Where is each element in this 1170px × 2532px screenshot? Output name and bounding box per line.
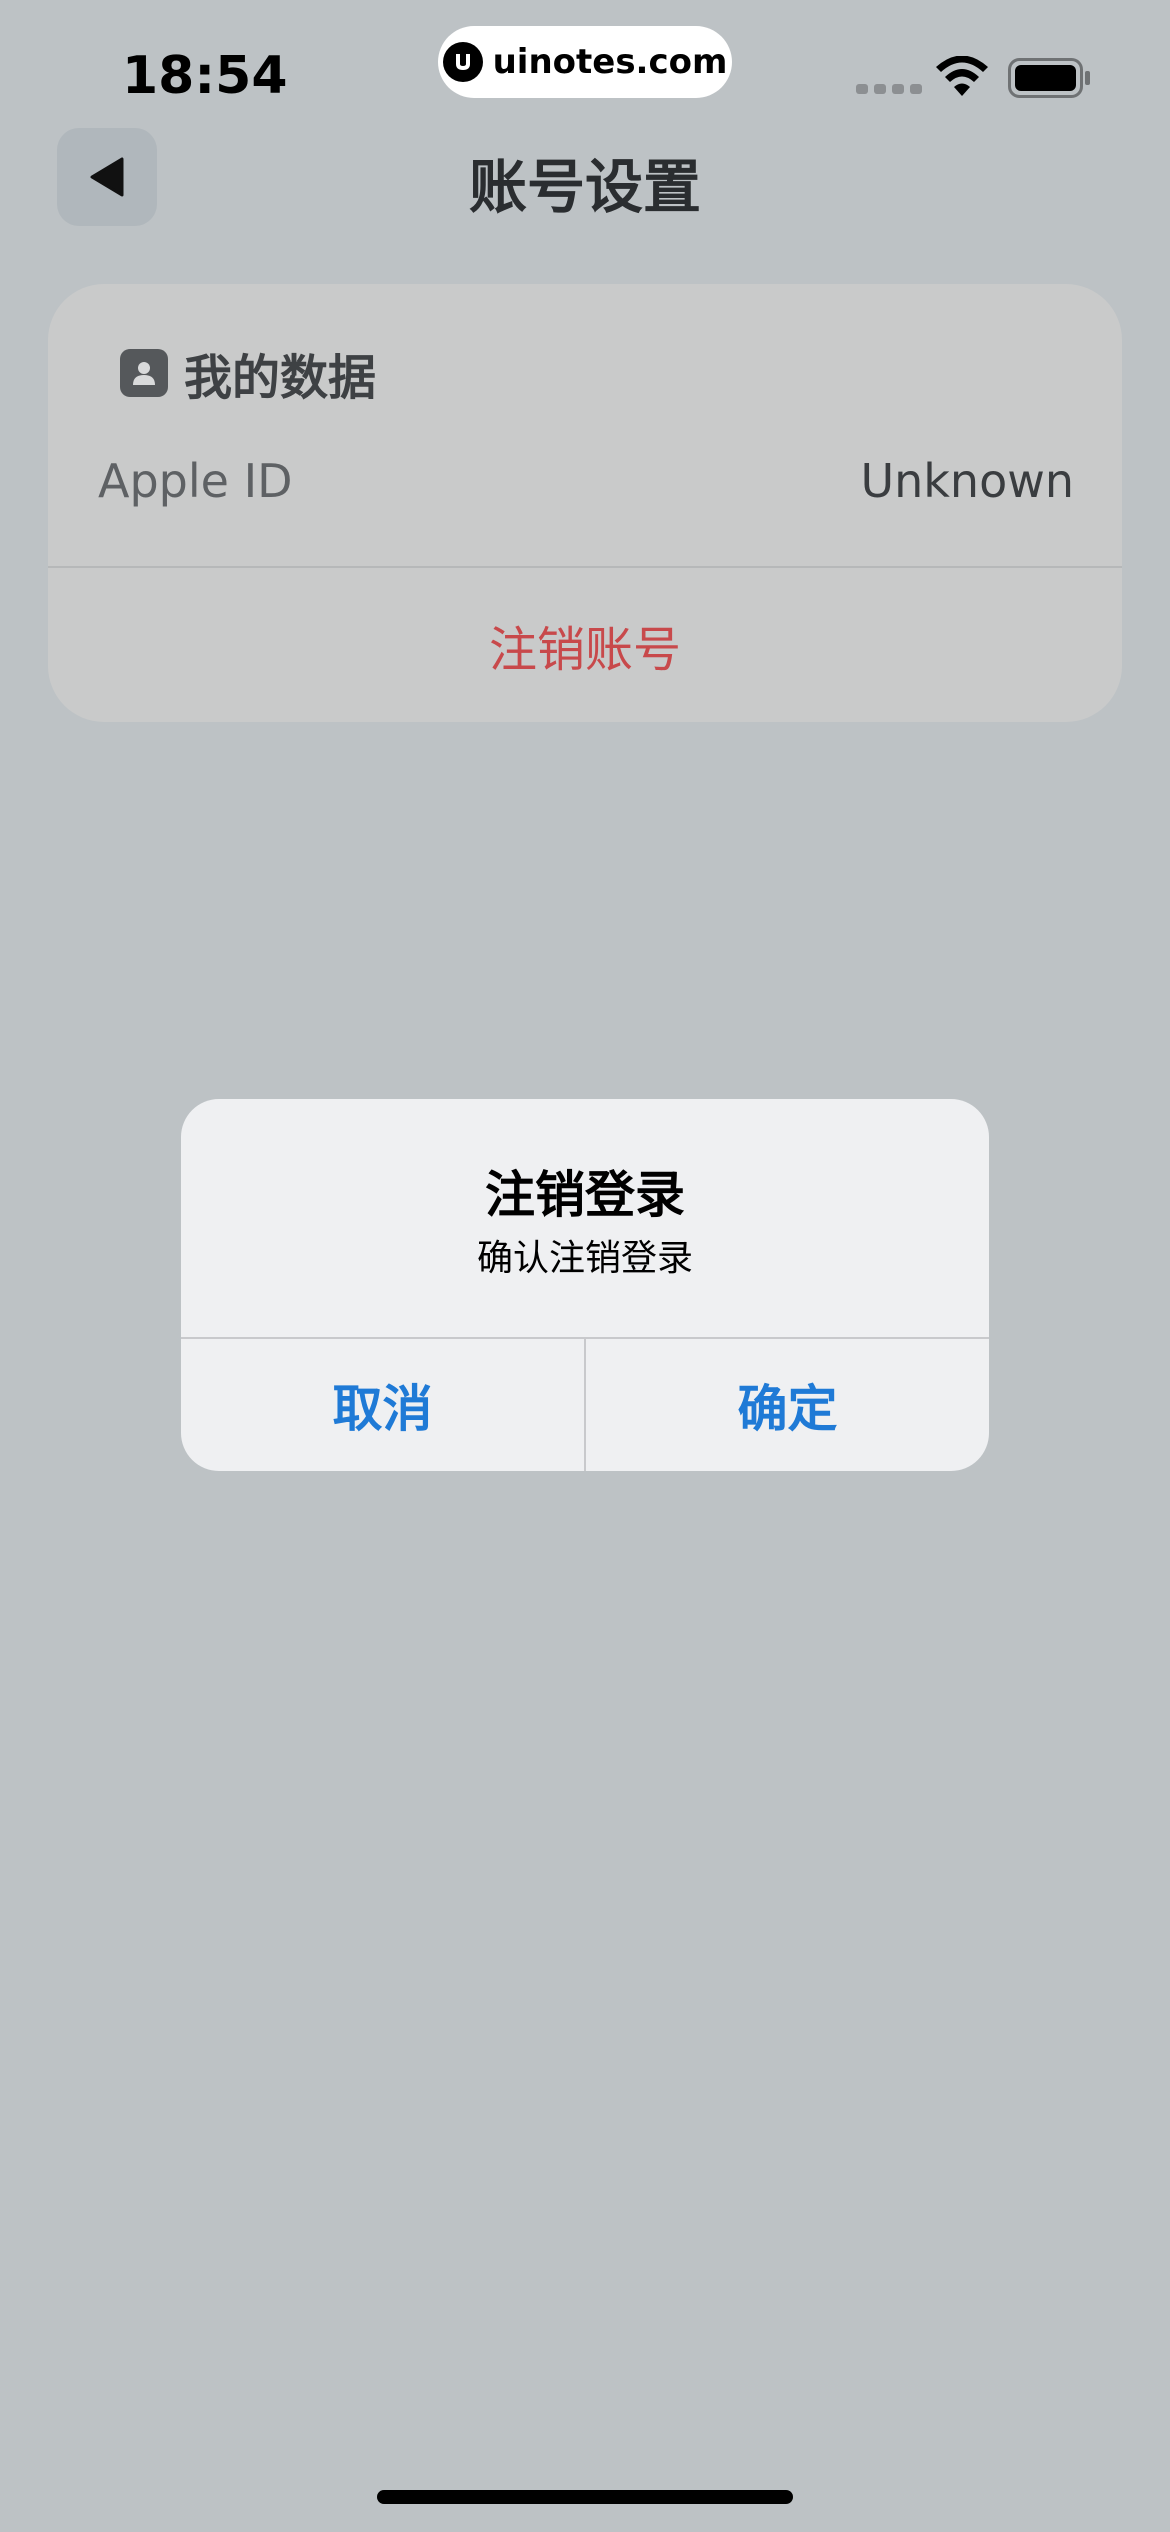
watermark-logo-icon xyxy=(442,42,483,82)
cellular-signal-icon xyxy=(856,84,922,94)
watermark-text: uinotes.com xyxy=(492,42,728,82)
alert-message: 确认注销登录 xyxy=(476,1238,693,1279)
cancel-button[interactable]: 取消 xyxy=(181,1339,584,1471)
confirm-button[interactable]: 确定 xyxy=(586,1339,989,1471)
apple-id-label: Apple ID xyxy=(98,454,293,508)
status-time: 18:54 xyxy=(122,46,288,106)
status-bar: 18:54 uinotes.com xyxy=(0,0,1170,150)
profile-icon xyxy=(120,349,168,397)
wifi-icon xyxy=(934,55,990,102)
watermark-badge: uinotes.com xyxy=(438,26,732,98)
battery-icon xyxy=(1008,58,1092,102)
logout-alert-dialog: 注销登录 确认注销登录 取消 确定 xyxy=(181,1099,989,1471)
home-indicator[interactable] xyxy=(377,2490,793,2504)
alert-title: 注销登录 xyxy=(485,1166,685,1224)
delete-account-button[interactable]: 注销账号 xyxy=(48,568,1122,722)
card-header-label: 我的数据 xyxy=(184,350,377,406)
apple-id-value: Unknown xyxy=(860,454,1074,508)
card-header: 我的数据 xyxy=(120,338,376,408)
page-title: 账号设置 xyxy=(468,153,701,221)
account-data-card: 我的数据 Apple ID Unknown 注销账号 xyxy=(48,284,1122,722)
